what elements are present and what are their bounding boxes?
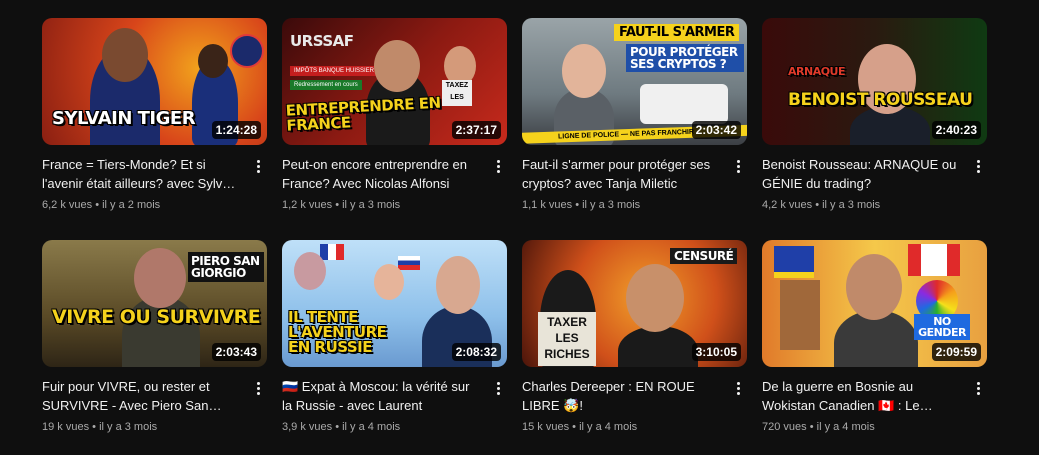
view-count: 3,9 k vues [282, 421, 333, 433]
presenter-face [626, 264, 684, 332]
video-card[interactable]: IL TENTE L'AVENTURE EN RUSSIE 2:08:32 🇷🇺… [282, 240, 507, 455]
video-title[interactable]: France = Tiers-Monde? Et si l'avenir éta… [42, 155, 241, 193]
video-thumbnail[interactable]: SYLVAIN TIGER 1:24:28 [42, 18, 267, 145]
guest-face [436, 256, 480, 314]
upload-age: il y a 4 mois [816, 421, 875, 433]
upload-age: il y a 3 mois [99, 421, 158, 433]
video-thumbnail[interactable]: ARNAQUE BENOIST ROUSSEAU 2:40:23 [762, 18, 987, 145]
view-count: 720 vues [762, 421, 807, 433]
video-stats: 6,2 k vues • il y a 2 mois [42, 199, 161, 211]
view-count: 19 k vues [42, 421, 90, 433]
thumbnail-sub-caption: POUR PROTÉGER SES CRYPTOS ? [626, 44, 744, 72]
video-stats: 1,2 k vues • il y a 3 mois [282, 199, 401, 211]
video-thumbnail[interactable]: NO GENDER 2:09:59 [762, 240, 987, 367]
protest-sign: TAXER LES RICHES [538, 312, 596, 366]
more-options-icon[interactable] [729, 379, 747, 397]
video-title[interactable]: Peut-on encore entreprendre en France? A… [282, 155, 481, 193]
upload-age: il y a 4 mois [579, 421, 638, 433]
video-stats: 1,1 k vues • il y a 3 mois [522, 199, 641, 211]
thumbnail-caption: VIVRE OU SURVIVRE [52, 306, 261, 328]
video-stats: 19 k vues • il y a 3 mois [42, 421, 158, 433]
video-duration: 2:03:42 [691, 121, 741, 139]
woman-face [374, 264, 404, 300]
video-title[interactable]: Fuir pour VIVRE, ou rester et SURVIVRE -… [42, 377, 241, 415]
video-thumbnail[interactable]: URSSAF IMPÔTS BANQUE HUISSIER Redresseme… [282, 18, 507, 145]
flag-russia-icon [398, 256, 420, 270]
video-duration: 2:09:59 [931, 343, 981, 361]
more-options-icon[interactable] [489, 379, 507, 397]
thumbnail-tag: Redressement en cours [290, 80, 362, 90]
thumbnail-caption: FAUT-IL S'ARMER [614, 24, 740, 41]
presenter-face [374, 40, 420, 92]
presenter-face [102, 28, 148, 82]
thumbnail-caption: BENOIST ROUSSEAU [788, 90, 973, 110]
video-card[interactable]: ARNAQUE BENOIST ROUSSEAU 2:40:23 Benoist… [762, 18, 987, 233]
upload-age: il y a 2 mois [102, 199, 161, 211]
flag-bosnia-icon [774, 246, 814, 278]
more-options-icon[interactable] [969, 379, 987, 397]
video-duration: 3:10:05 [691, 343, 741, 361]
video-title[interactable]: 🇷🇺 Expat à Moscou: la vérité sur la Russ… [282, 377, 481, 415]
flag-france-icon [320, 244, 344, 260]
video-grid: SYLVAIN TIGER 1:24:28 France = Tiers-Mon… [42, 18, 987, 455]
upload-age: il y a 4 mois [342, 421, 401, 433]
video-stats: 720 vues • il y a 4 mois [762, 421, 875, 433]
club-logo-icon [230, 34, 264, 68]
video-title[interactable]: Benoist Rousseau: ARNAQUE ou GÉNIE du tr… [762, 155, 961, 193]
view-count: 6,2 k vues [42, 199, 93, 211]
more-options-icon[interactable] [969, 157, 987, 175]
video-card[interactable]: NO GENDER 2:09:59 De la guerre en Bosnie… [762, 240, 987, 455]
video-title[interactable]: Charles Dereeper : EN ROUE LIBRE 🤯! [522, 377, 721, 415]
upload-age: il y a 3 mois [342, 199, 401, 211]
view-count: 1,1 k vues [522, 199, 573, 211]
player-face [198, 44, 228, 78]
thumbnail-caption: NO GENDER [914, 314, 970, 340]
presenter-face [134, 248, 186, 308]
more-options-icon[interactable] [249, 157, 267, 175]
video-stats: 3,9 k vues • il y a 4 mois [282, 421, 401, 433]
thumbnail-top-caption: ARNAQUE [788, 65, 846, 78]
video-thumbnail[interactable]: PIERO SAN GIORGIO VIVRE OU SURVIVRE 2:03… [42, 240, 267, 367]
van-illustration [640, 84, 728, 124]
thumbnail-top-caption: CENSURÉ [670, 248, 738, 264]
video-duration: 2:37:17 [451, 121, 501, 139]
avatar-face [294, 252, 326, 290]
video-duration: 1:24:28 [211, 121, 261, 139]
thumbnail-tag: IMPÔTS BANQUE HUISSIER [290, 66, 379, 76]
thumbnail-caption: IL TENTE L'AVENTURE EN RUSSIE [288, 308, 387, 356]
video-duration: 2:03:43 [211, 343, 261, 361]
view-count: 15 k vues [522, 421, 570, 433]
upload-age: il y a 3 mois [822, 199, 881, 211]
view-count: 4,2 k vues [762, 199, 813, 211]
thumbnail-top-caption: PIERO SAN GIORGIO [188, 252, 264, 282]
more-options-icon[interactable] [249, 379, 267, 397]
presenter-figure [618, 326, 698, 367]
thumbnail-top-caption: URSSAF [290, 32, 354, 50]
video-thumbnail[interactable]: FAUT-IL S'ARMER POUR PROTÉGER SES CRYPTO… [522, 18, 747, 145]
video-title[interactable]: Faut-il s'armer pour protéger ses crypto… [522, 155, 721, 193]
video-card[interactable]: CENSURÉ TAXER LES RICHES 3:10:05 Charles… [522, 240, 747, 455]
video-card[interactable]: PIERO SAN GIORGIO VIVRE OU SURVIVRE 2:03… [42, 240, 267, 455]
video-title[interactable]: De la guerre en Bosnie au Wokistan Canad… [762, 377, 961, 415]
more-options-icon[interactable] [729, 157, 747, 175]
thumbnail-caption: SYLVAIN TIGER [52, 108, 196, 129]
view-count: 1,2 k vues [282, 199, 333, 211]
video-thumbnail[interactable]: IL TENTE L'AVENTURE EN RUSSIE 2:08:32 [282, 240, 507, 367]
presenter-face [846, 254, 902, 320]
video-card[interactable]: FAUT-IL S'ARMER POUR PROTÉGER SES CRYPTO… [522, 18, 747, 233]
video-duration: 2:40:23 [931, 121, 981, 139]
video-stats: 15 k vues • il y a 4 mois [522, 421, 638, 433]
church-illustration [780, 280, 820, 350]
video-duration: 2:08:32 [451, 343, 501, 361]
upload-age: il y a 3 mois [582, 199, 641, 211]
more-options-icon[interactable] [489, 157, 507, 175]
flag-canada-icon [908, 244, 960, 276]
woman-face [562, 44, 606, 98]
video-thumbnail[interactable]: CENSURÉ TAXER LES RICHES 3:10:05 [522, 240, 747, 367]
video-card[interactable]: SYLVAIN TIGER 1:24:28 France = Tiers-Mon… [42, 18, 267, 233]
video-stats: 4,2 k vues • il y a 3 mois [762, 199, 881, 211]
video-card[interactable]: URSSAF IMPÔTS BANQUE HUISSIER Redresseme… [282, 18, 507, 233]
